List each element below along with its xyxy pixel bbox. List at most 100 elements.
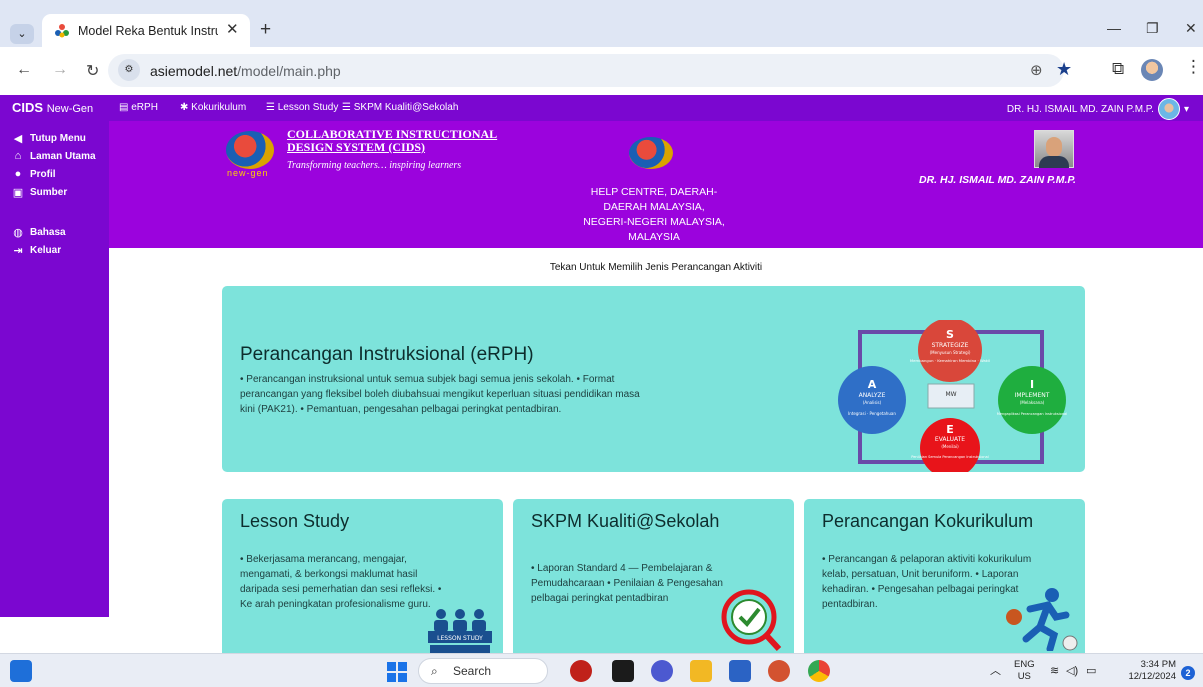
- document-icon: ▤: [119, 102, 129, 113]
- svg-text:EVALUATE: EVALUATE: [935, 436, 965, 443]
- taskbar-search-label: Search: [453, 664, 492, 678]
- brand-logo[interactable]: CIDS New-Gen: [12, 100, 93, 115]
- sidebar-item-profil[interactable]: ● Profil: [0, 165, 109, 183]
- browser-tabstrip: ⌄ Model Reka Bentuk Instruksiona ✕ + — ❐…: [0, 0, 1203, 47]
- chevron-left-icon: ◀: [13, 132, 23, 145]
- card-lesson-study-title: Lesson Study: [240, 511, 350, 531]
- file-explorer-icon[interactable]: [690, 660, 712, 682]
- center-logo: [629, 137, 673, 169]
- newgen-label: new-gen: [227, 168, 269, 178]
- browser-menu-icon[interactable]: ⋮: [1185, 57, 1202, 77]
- instruction-text: Tekan Untuk Memilih Jenis Perancangan Ak…: [549, 262, 763, 273]
- user-name: DR. HJ. ISMAIL MD. ZAIN P.M.P.: [1006, 103, 1154, 115]
- address-bar[interactable]: ⚙ asiemodel.net/model/main.php ⊕ ★: [108, 54, 1072, 87]
- minimize-icon[interactable]: —: [1107, 20, 1121, 36]
- svg-text:Penilaian Semula Perancangan I: Penilaian Semula Perancangan Instruksion…: [911, 455, 988, 459]
- svg-text:ANALYZE: ANALYZE: [859, 392, 886, 399]
- asie-model-diagram: MW S STRATEGIZE (Menyusun Strategi) Memb…: [838, 320, 1067, 472]
- cids-title[interactable]: COLLABORATIVE INSTRUCTIONAL DESIGN SYSTEM…: [287, 128, 497, 154]
- sidebar-item-laman-utama[interactable]: ⌂ Laman Utama: [0, 147, 109, 165]
- tab-search-button[interactable]: ⌄: [10, 24, 34, 44]
- svg-text:STRATEGIZE: STRATEGIZE: [932, 342, 969, 349]
- card-kokurikulum-title: Perancangan Kokurikulum: [822, 511, 1034, 531]
- browser-profile-avatar[interactable]: [1141, 59, 1163, 81]
- caret-down-icon: ▾: [1183, 103, 1189, 115]
- sidebar: ◀ Tutup Menu ⌂ Laman Utama ● Profil ▣ Sumber…: [0, 121, 109, 617]
- browser-toolbar: ← → ↻ ⚙ asiemodel.net/model/main.php ⊕ ★…: [0, 47, 1203, 95]
- runner-icon: [1006, 588, 1078, 651]
- user-icon: ●: [14, 168, 22, 180]
- user-menu[interactable]: DR. HJ. ISMAIL MD. ZAIN P.M.P. ▾: [1007, 98, 1189, 120]
- card-skpm[interactable]: SKPM Kualiti@Sekolah • Laporan Standard …: [513, 499, 794, 659]
- asie-center-label: MW: [945, 391, 956, 398]
- sidebar-item-bahasa[interactable]: ◍ Bahasa: [0, 223, 109, 241]
- card-erph-desc: • Perancangan instruksional untuk semua …: [240, 374, 640, 415]
- pin-icon: ✱: [180, 102, 189, 113]
- person-name: DR. HJ. ISMAIL MD. ZAIN P.M.P.: [919, 174, 1076, 186]
- notification-badge[interactable]: 2: [1181, 666, 1195, 680]
- svg-text:(Melaksana): (Melaksana): [1020, 400, 1045, 405]
- nav-skpm[interactable]: ☰ SKPM Kualiti@Sekolah: [342, 102, 458, 113]
- card-kokurikulum[interactable]: Perancangan Kokurikulum • Perancangan & …: [804, 499, 1085, 659]
- battery-icon[interactable]: ▭: [1086, 665, 1096, 677]
- search-icon: ⌕: [431, 664, 438, 678]
- clock[interactable]: 3:34 PM 12/12/2024: [1118, 659, 1176, 683]
- svg-text:IMPLEMENT: IMPLEMENT: [1015, 392, 1050, 399]
- tray-overflow-icon[interactable]: ︿: [990, 665, 1001, 677]
- powerpoint-icon[interactable]: [768, 660, 790, 682]
- card-skpm-desc: • Laporan Standard 4 — Pembelajaran & Pe…: [531, 563, 723, 604]
- list-icon: ☰: [342, 102, 351, 113]
- pinned-app-icon[interactable]: [570, 660, 592, 682]
- browser-tab[interactable]: Model Reka Bentuk Instruksiona ✕: [42, 14, 250, 47]
- sidebar-item-keluar[interactable]: ⇥ Keluar: [0, 241, 109, 259]
- chrome-icon[interactable]: [808, 660, 830, 682]
- card-erph[interactable]: Perancangan Instruksional (eRPH) • Peran…: [222, 286, 1085, 472]
- lesson-study-icon: LESSON STUDY: [428, 609, 492, 659]
- restore-icon[interactable]: ❐: [1146, 20, 1159, 37]
- globe-icon: ◍: [13, 226, 23, 239]
- svg-text:LESSON STUDY: LESSON STUDY: [437, 635, 483, 642]
- site-info-icon[interactable]: ⚙: [118, 59, 140, 81]
- meet-icon[interactable]: [651, 660, 673, 682]
- list-icon: ☰: [266, 102, 275, 113]
- widgets-icon[interactable]: [10, 660, 32, 682]
- site-favicon-icon: [55, 24, 69, 38]
- desktop-app-icon[interactable]: [612, 660, 634, 682]
- windows-start-icon[interactable]: [387, 662, 407, 682]
- zoom-icon[interactable]: ⊕: [1030, 61, 1043, 79]
- new-tab-button[interactable]: +: [260, 19, 271, 41]
- sidebar-item-sumber[interactable]: ▣ Sumber: [0, 183, 109, 201]
- taskbar-search[interactable]: ⌕ Search: [418, 658, 548, 684]
- windows-taskbar: ⌕ Search ︿ ENG US ≋ ◁) ▭ 3:34 PM 12/12/202…: [0, 653, 1203, 687]
- card-lesson-study[interactable]: Lesson Study • Bekerjasama merancang, me…: [222, 499, 503, 659]
- forward-icon[interactable]: →: [52, 61, 68, 79]
- cids-logo: [226, 131, 274, 169]
- back-icon[interactable]: ←: [16, 61, 32, 79]
- extensions-icon[interactable]: ⧉: [1112, 59, 1124, 79]
- svg-text:A: A: [868, 378, 877, 391]
- bookmark-star-icon[interactable]: ★: [1056, 59, 1072, 80]
- card-erph-title: Perancangan Instruksional (eRPH): [240, 344, 534, 365]
- nav-kokurikulum[interactable]: ✱ Kokurikulum: [180, 102, 246, 113]
- nav-erph[interactable]: ▤ eRPH: [119, 102, 158, 113]
- nav-lesson-study[interactable]: ☰ Lesson Study: [266, 102, 338, 113]
- site-topnav: CIDS New-Gen ▤ eRPH ✱ Kokurikulum ☰ Less…: [0, 95, 1203, 121]
- svg-text:Membangun · Kemahiran Membina: Membangun · Kemahiran Membina · Wakil: [910, 358, 990, 363]
- language-indicator[interactable]: ENG US: [1014, 659, 1035, 683]
- svg-text:S: S: [946, 328, 954, 341]
- card-lesson-study-desc: • Bekerjasama merancang, mengajar, menga…: [240, 554, 442, 610]
- reload-icon[interactable]: ↻: [86, 61, 99, 81]
- card-skpm-title: SKPM Kualiti@Sekolah: [531, 511, 720, 531]
- close-window-icon[interactable]: ✕: [1185, 20, 1197, 37]
- header-banner: new-gen COLLABORATIVE INSTRUCTIONAL DESIG…: [109, 121, 1203, 248]
- wifi-icon[interactable]: ≋: [1050, 665, 1059, 677]
- svg-text:(Menilai): (Menilai): [941, 444, 959, 449]
- home-icon: ⌂: [14, 150, 22, 162]
- volume-icon[interactable]: ◁): [1066, 665, 1078, 677]
- quality-check-icon: [721, 589, 782, 652]
- tab-close-icon[interactable]: ✕: [226, 20, 239, 38]
- logout-icon: ⇥: [13, 244, 23, 257]
- url-text[interactable]: asiemodel.net/model/main.php: [150, 63, 341, 79]
- word-icon[interactable]: [729, 660, 751, 682]
- sidebar-item-tutup-menu[interactable]: ◀ Tutup Menu: [0, 129, 109, 147]
